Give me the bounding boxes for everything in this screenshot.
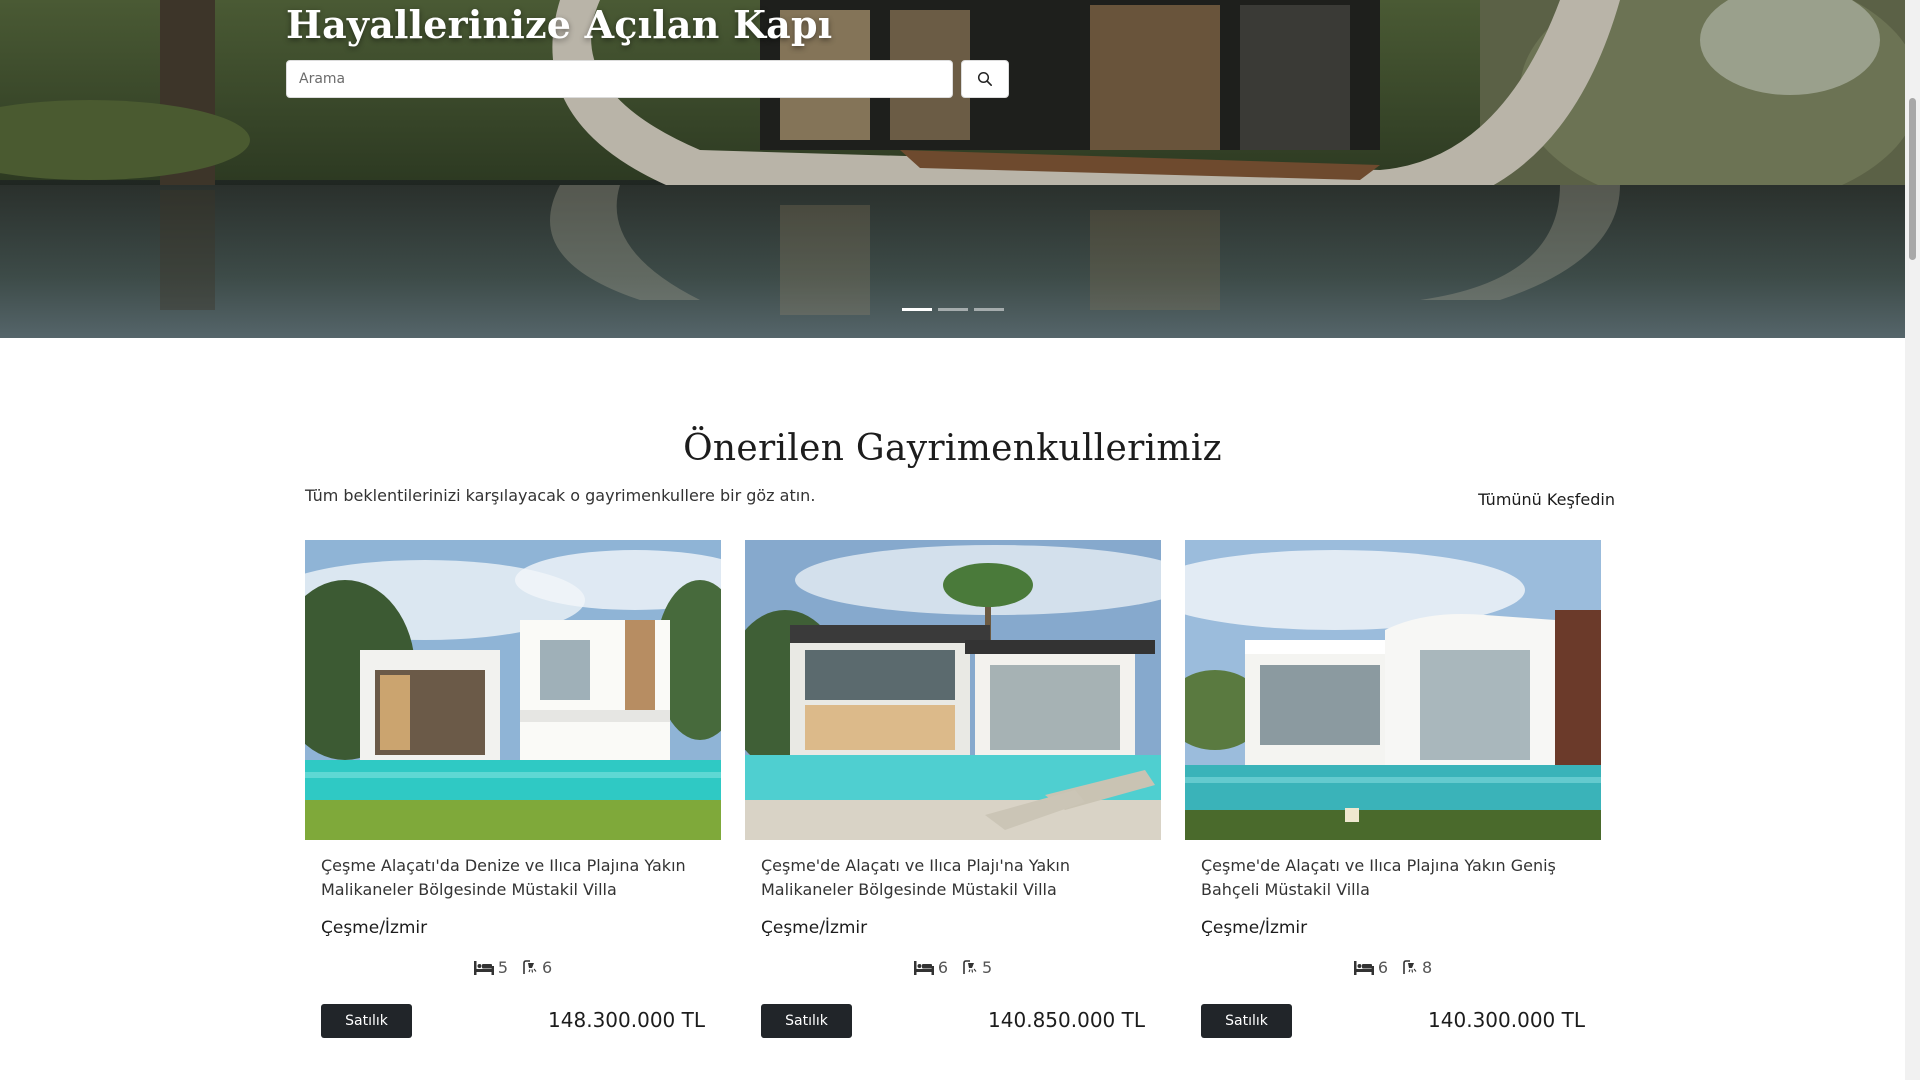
carousel-dot-3[interactable] — [974, 308, 1004, 311]
listing-image[interactable] — [745, 540, 1161, 840]
listing-price: 140.300.000 TL — [1428, 1008, 1585, 1032]
search-input[interactable] — [286, 60, 953, 98]
listing-location: Çeşme/İzmir — [321, 918, 428, 938]
search-icon — [977, 71, 992, 86]
hero-image — [0, 0, 1905, 338]
bathroom-value: 6 — [542, 958, 553, 977]
bedroom-count: 6 — [1353, 958, 1388, 977]
listing-features: 6 8 — [1185, 958, 1601, 977]
listing-features: 5 6 — [305, 958, 721, 977]
listing-card[interactable]: Çeşme'de Alaçatı ve Ilıca Plajı'na Yakın… — [745, 540, 1161, 1060]
carousel-indicators — [902, 308, 1004, 311]
explore-all-link[interactable]: Tümünü Keşfedin — [1478, 490, 1615, 509]
status-button[interactable]: Satılık — [1201, 1004, 1292, 1038]
shower-icon — [523, 960, 537, 974]
status-button[interactable]: Satılık — [321, 1004, 412, 1038]
listing-card[interactable]: Çeşme Alaçatı'da Denize ve Ilıca Plajına… — [305, 540, 721, 1060]
shower-icon — [963, 960, 977, 974]
bathroom-count: 6 — [522, 958, 552, 977]
bed-icon — [473, 960, 494, 975]
listing-location: Çeşme/İzmir — [761, 918, 868, 938]
bedroom-value: 5 — [497, 958, 508, 977]
bedroom-count: 5 — [473, 958, 508, 977]
page-scrollbar[interactable] — [1905, 0, 1920, 1080]
section-subtitle: Tüm beklentilerinizi karşılayacak o gayr… — [305, 486, 816, 505]
shower-icon — [1403, 960, 1417, 974]
carousel-dot-2[interactable] — [938, 308, 968, 311]
listing-features: 6 5 — [745, 958, 1161, 977]
bathroom-count: 5 — [962, 958, 992, 977]
listing-title[interactable]: Çeşme'de Alaçatı ve Ilıca Plajına Yakın … — [1201, 854, 1591, 902]
scrollbar-thumb[interactable] — [1909, 98, 1916, 260]
bathroom-count: 8 — [1402, 958, 1432, 977]
hero-title: Hayallerinize Açılan Kapı — [286, 2, 833, 47]
bed-icon — [1353, 960, 1374, 975]
listing-title[interactable]: Çeşme Alaçatı'da Denize ve Ilıca Plajına… — [321, 854, 711, 902]
carousel-dot-1[interactable] — [902, 308, 932, 311]
bedroom-value: 6 — [1377, 958, 1388, 977]
bathroom-value: 8 — [1422, 958, 1433, 977]
listing-card[interactable]: Çeşme'de Alaçatı ve Ilıca Plajına Yakın … — [1185, 540, 1601, 1060]
listing-price: 148.300.000 TL — [548, 1008, 705, 1032]
search-button[interactable] — [961, 60, 1009, 98]
listing-price: 140.850.000 TL — [988, 1008, 1145, 1032]
listing-image[interactable] — [305, 540, 721, 840]
listing-title[interactable]: Çeşme'de Alaçatı ve Ilıca Plajı'na Yakın… — [761, 854, 1151, 902]
listing-image[interactable] — [1185, 540, 1601, 840]
status-button[interactable]: Satılık — [761, 1004, 852, 1038]
bedroom-value: 6 — [937, 958, 948, 977]
bathroom-value: 5 — [982, 958, 993, 977]
section-title: Önerilen Gayrimenkullerimiz — [683, 428, 1222, 469]
hero-banner: Hayallerinize Açılan Kapı — [0, 0, 1905, 338]
bedroom-count: 6 — [913, 958, 948, 977]
bed-icon — [913, 960, 934, 975]
listing-location: Çeşme/İzmir — [1201, 918, 1308, 938]
